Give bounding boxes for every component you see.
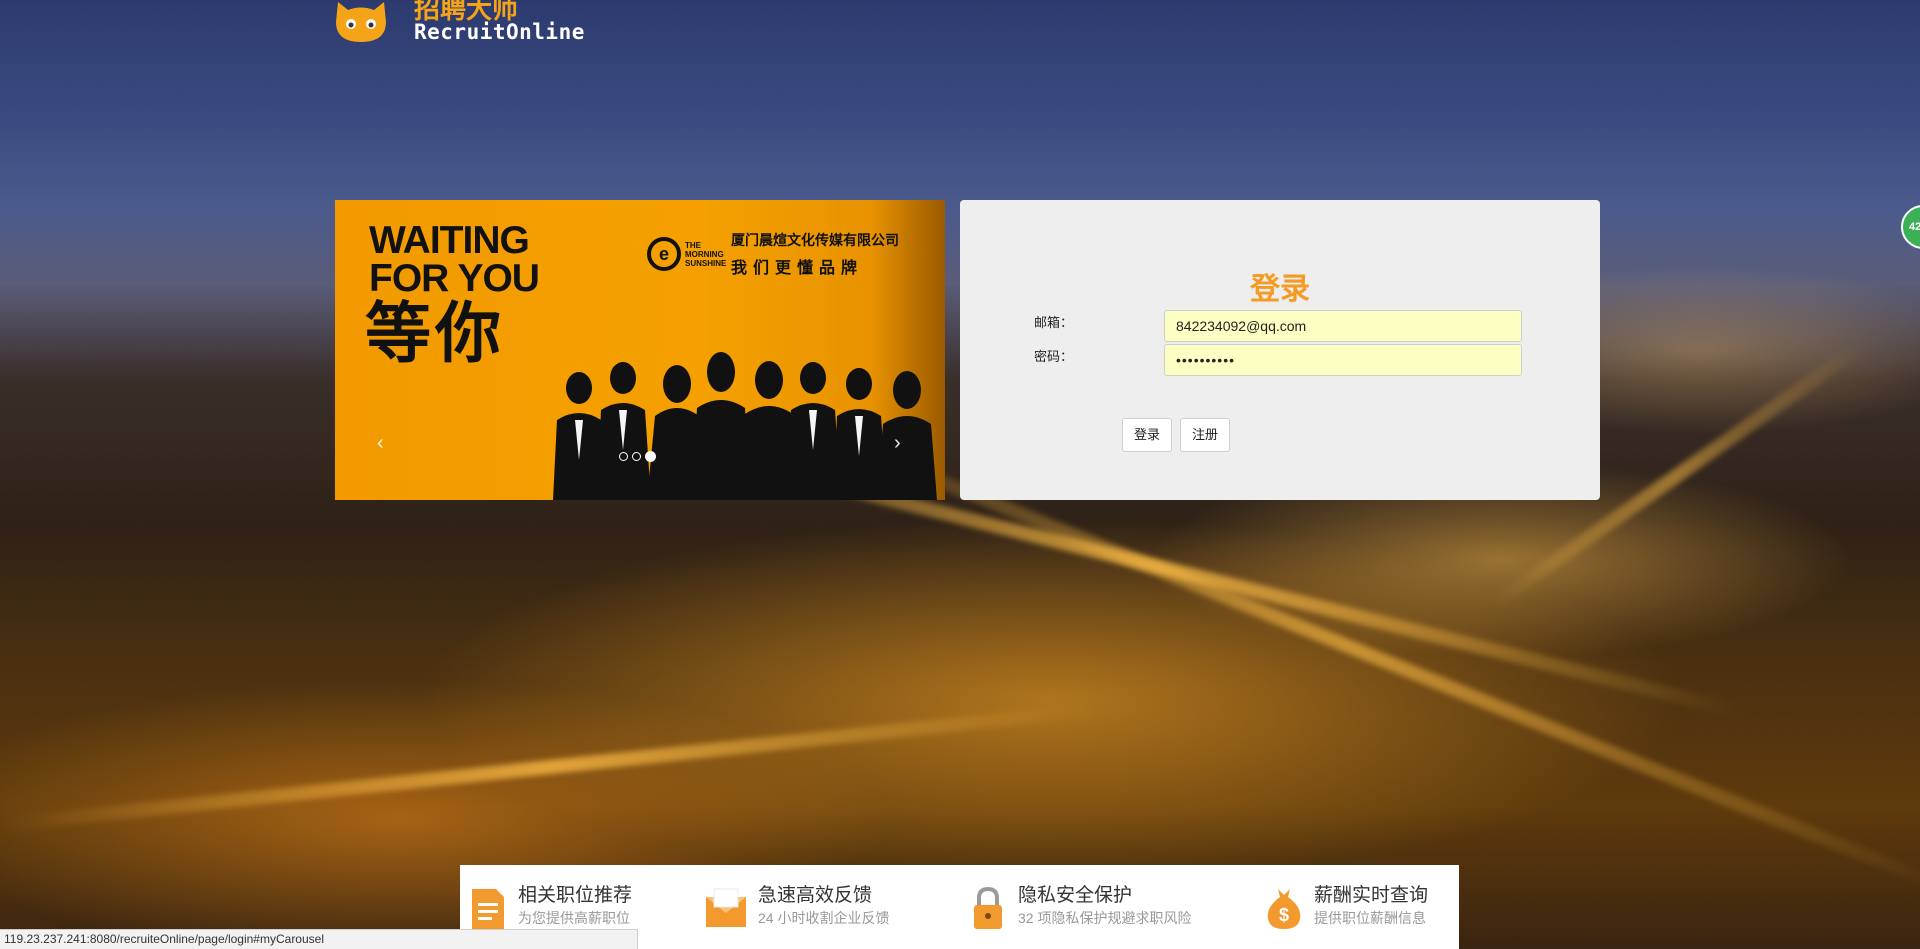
password-label: 密码：	[1034, 349, 1074, 364]
carousel-indicator-2[interactable]	[632, 452, 641, 461]
login-title: 登录	[1250, 273, 1310, 306]
document-icon	[472, 889, 504, 929]
logo-title-cn: 招聘大师	[414, 0, 519, 24]
lock-icon	[974, 886, 1002, 929]
business-people-silhouette-image	[553, 352, 937, 500]
feature-subtitle: 提供职位薪酬信息	[1314, 910, 1426, 926]
feature-item-fast-feedback: 急速高效反馈 24 小时收割企业反馈	[704, 885, 889, 931]
logo-title-en: RecruitOnline	[414, 20, 585, 44]
mail-icon	[706, 888, 746, 927]
carousel-headline-en: WAITING FOR YOU	[369, 219, 540, 300]
brand-name-en: THE MORNING SUNSHINE	[685, 240, 727, 268]
feature-subtitle: 为您提供高薪职位	[518, 910, 630, 926]
svg-text:$: $	[1279, 905, 1289, 925]
browser-status-bar: 119.23.237.241:8080/recruiteOnline/page/…	[0, 929, 638, 949]
carousel-next-button[interactable]: ›	[894, 432, 901, 455]
site-logo[interactable]: 招聘大师 RecruitOnline	[334, 0, 585, 48]
carousel-brand: e THE MORNING SUNSHINE 厦门晨煊文化传媒有限公司 我们更懂…	[647, 230, 899, 278]
carousel[interactable]: WAITING FOR YOU 等你 e THE MORNING SUNSHIN…	[335, 200, 945, 500]
carousel-indicators	[619, 451, 656, 462]
carousel-prev-button[interactable]: ‹	[377, 432, 384, 455]
feature-item-privacy: 隐私安全保护 32 项隐私保护规避求职风险	[968, 885, 1191, 931]
background-light-streak	[2, 702, 1098, 832]
brand-slogan-cn: 我们更懂品牌	[731, 260, 864, 277]
feature-title: 相关职位推荐	[518, 885, 633, 906]
carousel-headline-cn: 等你	[365, 296, 505, 370]
feature-title: 隐私安全保护	[1018, 885, 1133, 906]
brand-company-cn: 厦门晨煊文化传媒有限公司	[731, 232, 899, 248]
floating-side-badge[interactable]: 42	[1901, 205, 1920, 249]
feature-subtitle: 32 项隐私保护规避求职风险	[1018, 910, 1192, 926]
feature-item-job-recommend: 相关职位推荐 为您提供高薪职位	[468, 885, 632, 931]
login-panel: 登录 邮箱： 842234092@qq.com 密码： •••••••••• 登…	[960, 200, 1600, 500]
cat-logo-icon	[336, 2, 386, 42]
carousel-indicator-1[interactable]	[619, 452, 628, 461]
money-bag-icon: $	[1267, 889, 1301, 929]
email-label: 邮箱：	[1034, 315, 1074, 330]
login-button[interactable]: 登录	[1122, 418, 1173, 452]
feature-item-salary-query: $ 薪酬实时查询 提供职位薪酬信息	[1264, 885, 1428, 931]
email-field[interactable]: 842234092@qq.com	[1164, 310, 1522, 342]
feature-title: 薪酬实时查询	[1314, 885, 1429, 906]
carousel-indicator-3-active[interactable]	[645, 451, 656, 462]
brand-e-logo-icon: e	[647, 237, 681, 271]
password-field[interactable]: ••••••••••	[1164, 344, 1522, 376]
feature-subtitle: 24 小时收割企业反馈	[758, 910, 890, 926]
feature-title: 急速高效反馈	[758, 885, 873, 906]
register-button[interactable]: 注册	[1180, 418, 1231, 452]
